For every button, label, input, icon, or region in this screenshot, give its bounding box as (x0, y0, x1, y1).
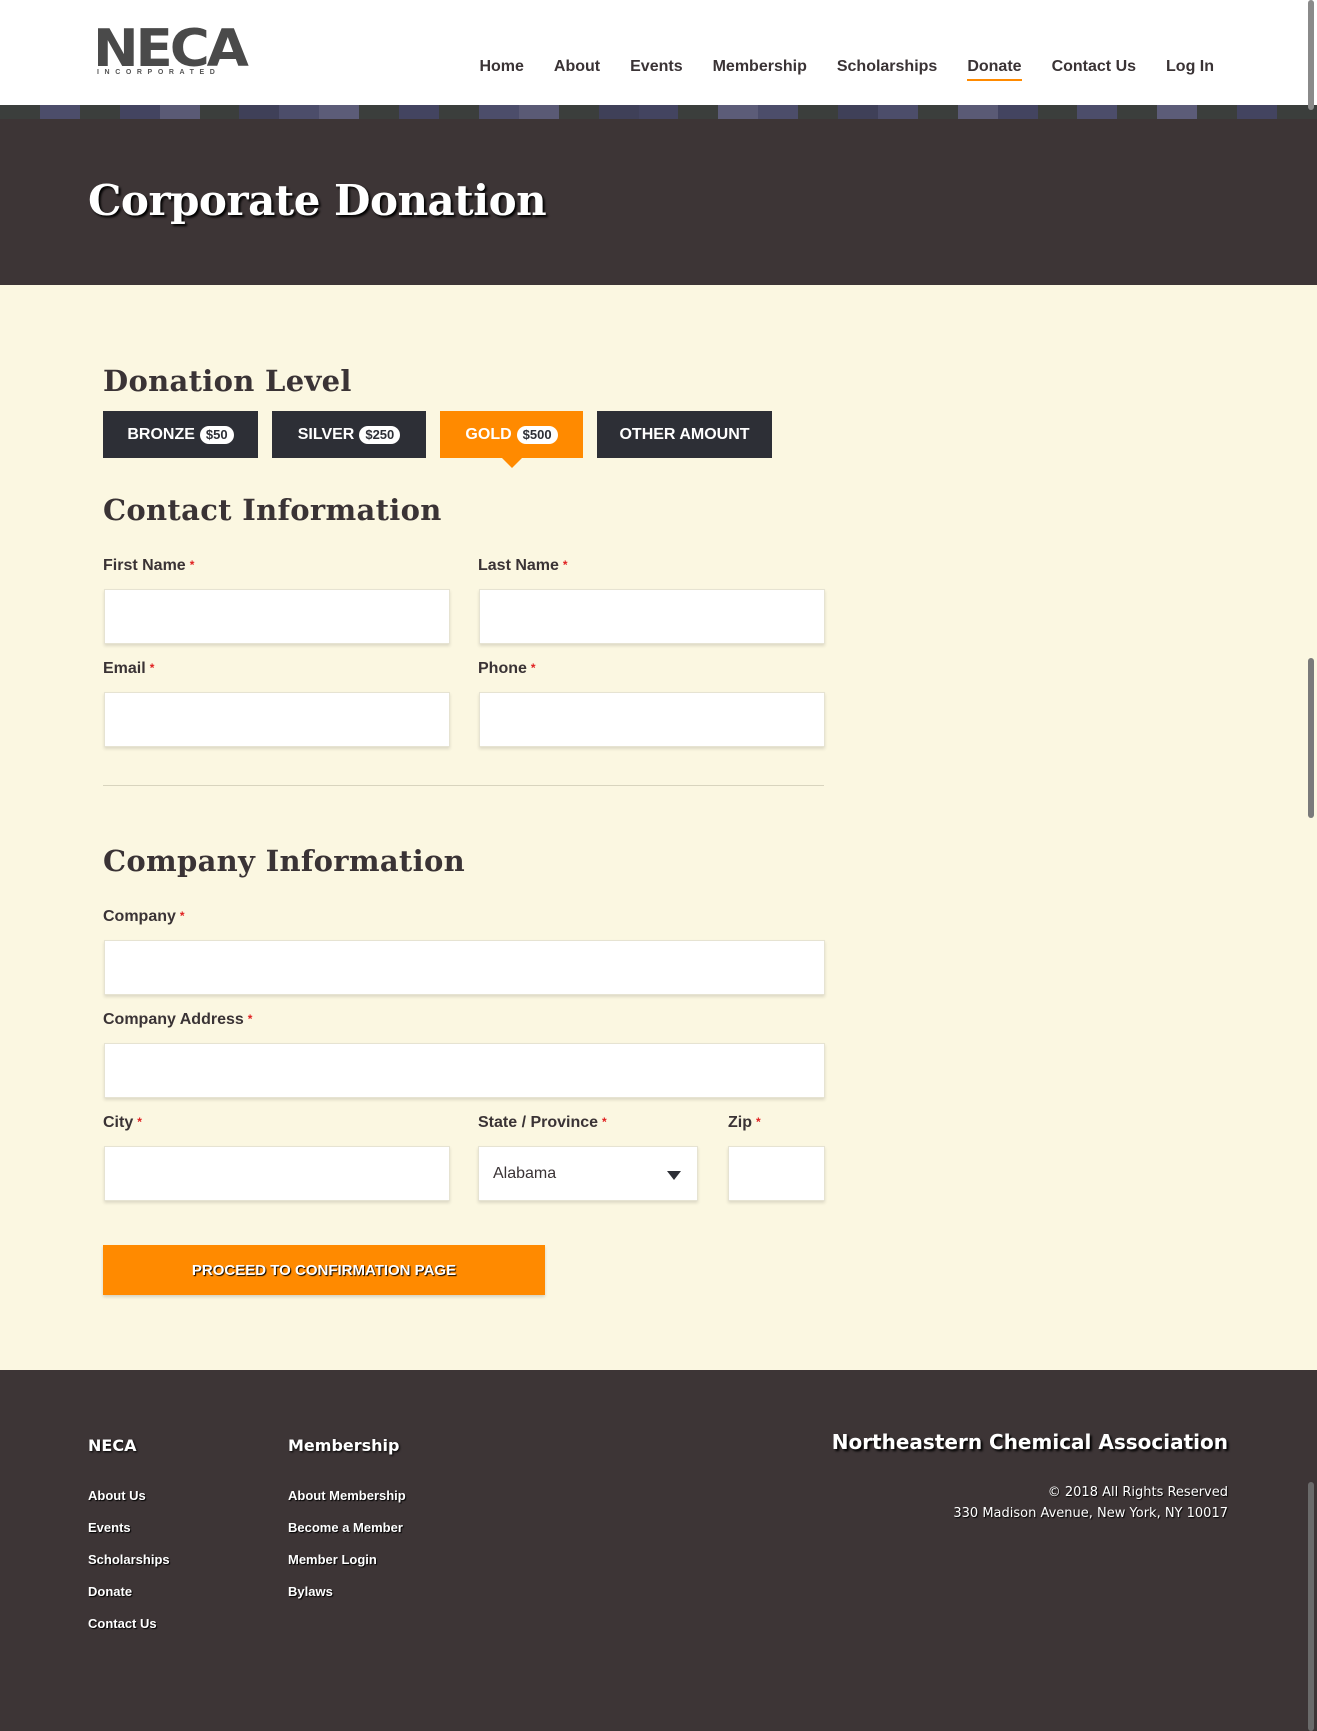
logo-wordmark: NECA (93, 19, 249, 79)
donation-level-heading: Donation Level (103, 364, 352, 398)
nav-contact-us[interactable]: Contact Us (1052, 57, 1136, 77)
level-other-amount-button[interactable]: OTHER AMOUNT (597, 411, 772, 458)
scrollbar-thumb-top[interactable] (1308, 0, 1314, 110)
zip-label: Zip * (728, 1114, 761, 1131)
footer-link-bylaws[interactable]: Bylaws (288, 1583, 406, 1600)
proceed-to-confirmation-button[interactable]: PROCEED TO CONFIRMATION PAGE (103, 1245, 545, 1295)
required-marker: * (756, 1115, 761, 1129)
footer-org-name: Northeastern Chemical Association (831, 1430, 1228, 1454)
footer-membership-column: Membership About Membership Become a Mem… (288, 1436, 406, 1615)
required-marker: * (247, 1012, 253, 1026)
company-address-label: Company Address * (103, 1011, 253, 1028)
donation-level-group: BRONZE $50 SILVER $250 GOLD $500 OTHER A… (103, 411, 786, 468)
nav-about[interactable]: About (554, 57, 600, 77)
level-amount-badge: $500 (516, 425, 558, 444)
main-nav: Home About Events Membership Scholarship… (449, 57, 1214, 81)
footer-link-about-us[interactable]: About Us (88, 1487, 170, 1504)
footer-copyright: © 2018 All Rights Reserved (1047, 1485, 1228, 1500)
nav-events[interactable]: Events (630, 57, 682, 77)
last-name-input[interactable] (479, 589, 825, 644)
required-marker: * (179, 909, 185, 923)
site-header: NECA INCORPORATED Home About Events Memb… (0, 0, 1317, 105)
nav-home[interactable]: Home (479, 57, 523, 77)
logo-subtitle: INCORPORATED (97, 69, 221, 76)
footer-neca-column: NECA About Us Events Scholarships Donate… (88, 1436, 170, 1647)
phone-label: Phone * (478, 660, 536, 677)
nav-donate[interactable]: Donate (967, 57, 1022, 81)
required-marker: * (137, 1115, 142, 1129)
company-input[interactable] (104, 940, 825, 995)
level-label: SILVER (297, 425, 355, 443)
nav-membership[interactable]: Membership (713, 57, 807, 77)
page-title: Corporate Donation (88, 176, 547, 225)
phone-input[interactable] (479, 692, 825, 747)
nav-log-in[interactable]: Log In (1166, 57, 1214, 77)
zip-input[interactable] (728, 1146, 825, 1201)
footer-link-member-login[interactable]: Member Login (288, 1551, 406, 1568)
footer-link-about-membership[interactable]: About Membership (288, 1487, 406, 1504)
city-label: City * (103, 1114, 142, 1131)
footer-org-info: Northeastern Chemical Association © 2018… (832, 1430, 1228, 1524)
required-marker: * (189, 558, 195, 572)
page-scrollbar[interactable] (1305, 0, 1317, 1731)
section-divider (103, 785, 824, 786)
level-label: OTHER AMOUNT (619, 425, 750, 443)
nav-scholarships[interactable]: Scholarships (837, 57, 937, 77)
email-input[interactable] (104, 692, 450, 747)
required-marker: * (530, 661, 536, 675)
state-province-label: State / Province * (478, 1114, 607, 1131)
company-address-input[interactable] (104, 1043, 825, 1098)
level-amount-badge: $250 (359, 425, 401, 444)
scrollbar-thumb-bottom[interactable] (1308, 1482, 1314, 1731)
first-name-input[interactable] (104, 589, 450, 644)
company-information-heading: Company Information (103, 844, 465, 878)
chevron-down-icon (667, 1171, 681, 1180)
city-input[interactable] (104, 1146, 450, 1201)
footer-link-events[interactable]: Events (88, 1519, 170, 1536)
neca-logo[interactable]: NECA INCORPORATED (93, 23, 249, 78)
site-footer: NECA About Us Events Scholarships Donate… (0, 1370, 1317, 1731)
level-amount-badge: $50 (199, 425, 234, 444)
first-name-label: First Name * (103, 557, 195, 574)
footer-neca-heading: NECA (88, 1436, 137, 1455)
footer-link-donate[interactable]: Donate (88, 1583, 170, 1600)
required-marker: * (562, 558, 568, 572)
level-gold-button[interactable]: GOLD $500 (440, 411, 583, 468)
level-label: BRONZE (127, 425, 195, 443)
footer-membership-heading: Membership (288, 1436, 400, 1455)
required-marker: * (602, 1115, 607, 1129)
decorative-stripe (0, 105, 1317, 119)
level-label: GOLD (465, 425, 512, 443)
required-marker: * (149, 661, 155, 675)
state-province-select[interactable]: Alabama (478, 1146, 698, 1201)
footer-link-scholarships[interactable]: Scholarships (88, 1551, 170, 1568)
state-selected-value: Alabama (493, 1164, 557, 1182)
scrollbar-thumb[interactable] (1308, 658, 1314, 818)
footer-link-become-a-member[interactable]: Become a Member (288, 1519, 406, 1536)
footer-link-contact-us[interactable]: Contact Us (88, 1615, 170, 1632)
company-label: Company * (103, 908, 185, 925)
page-banner: Corporate Donation (0, 119, 1317, 285)
footer-address: 330 Madison Avenue, New York, NY 10017 (953, 1506, 1228, 1521)
level-bronze-button[interactable]: BRONZE $50 (103, 411, 258, 458)
contact-information-heading: Contact Information (103, 493, 442, 527)
email-label: Email * (103, 660, 155, 677)
level-silver-button[interactable]: SILVER $250 (272, 411, 426, 458)
last-name-label: Last Name * (478, 557, 568, 574)
